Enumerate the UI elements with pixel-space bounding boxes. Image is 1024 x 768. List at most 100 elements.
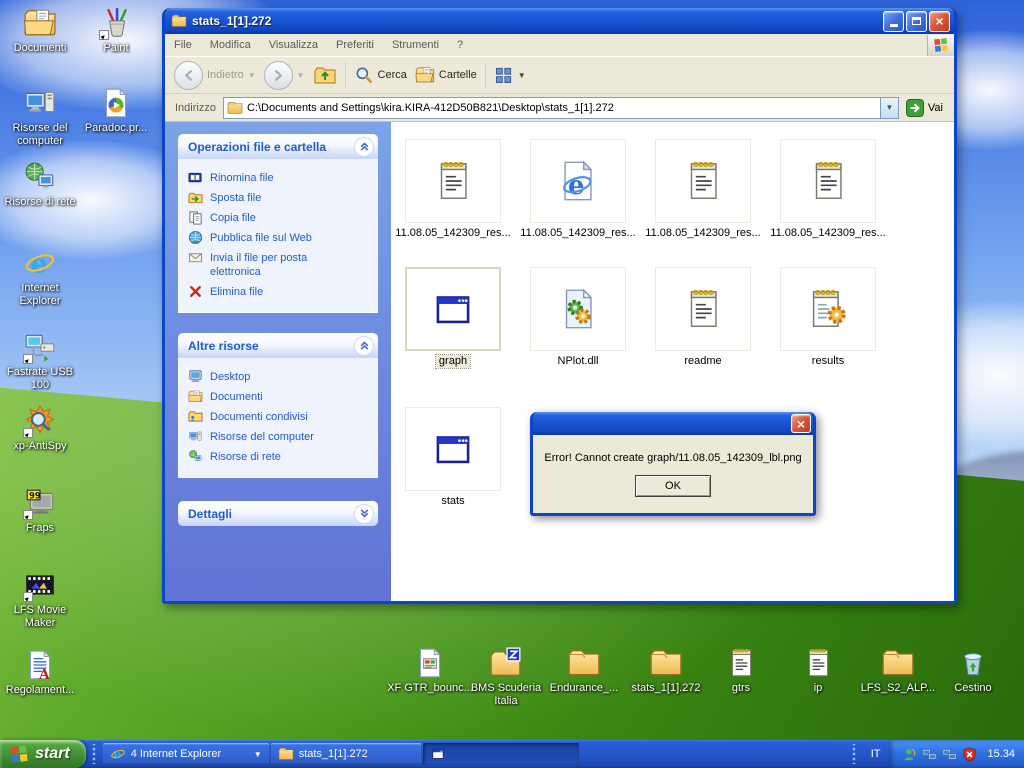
- place-documenti-condivisi[interactable]: Documenti condivisi: [188, 407, 373, 427]
- menu-modifica[interactable]: Modifica: [201, 35, 260, 56]
- messenger-icon[interactable]: [902, 747, 917, 762]
- desktop-icon-documenti[interactable]: Documenti: [0, 6, 80, 55]
- desktop-icon-paradoc[interactable]: Paradoc.pr...: [76, 86, 156, 135]
- back-button[interactable]: Indietro ▼: [170, 60, 260, 90]
- panel-file-tasks-header[interactable]: Operazioni file e cartella: [178, 134, 378, 159]
- views-dropdown-icon[interactable]: ▼: [518, 71, 526, 80]
- desktop-icon-fastrate-usb[interactable]: Fastrate USB 100: [0, 330, 80, 392]
- taskbar-button-internet-explorer-group[interactable]: 4 Internet Explorer ▼: [102, 743, 269, 765]
- desktop-icon-risorse-di-rete[interactable]: Risorse di rete: [0, 160, 80, 209]
- task-label: Rinomina file: [210, 172, 274, 184]
- menu-strumenti[interactable]: Strumenti: [383, 35, 448, 56]
- task-elimina-file[interactable]: Elimina file: [188, 282, 373, 302]
- lan-connection-icon[interactable]: [942, 747, 957, 762]
- desktop-icon-stats-folder[interactable]: stats_1[1].272: [623, 646, 709, 695]
- desktop-icon-paint[interactable]: Paint: [76, 6, 156, 55]
- folders-button[interactable]: Cartelle: [411, 65, 481, 85]
- desktop-icon-fraps[interactable]: Fraps: [0, 486, 80, 535]
- up-button[interactable]: [309, 63, 341, 87]
- toolbar-separator: [344, 62, 346, 88]
- place-risorse-computer[interactable]: Risorse del computer: [188, 427, 373, 447]
- dialog-title-bar[interactable]: ×: [533, 412, 813, 435]
- security-alert-shield-icon[interactable]: [962, 747, 977, 762]
- taskbar-button-stats-folder[interactable]: stats_1[1].272: [270, 743, 421, 765]
- file-res-2[interactable]: 11.08.05_142309_res...: [516, 139, 640, 240]
- address-path: C:\Documents and Settings\kira.KIRA-412D…: [246, 101, 614, 114]
- desktop-icon-ip[interactable]: ip: [775, 646, 861, 695]
- taskbar-grip[interactable]: [90, 744, 97, 764]
- file-tile: [530, 139, 626, 223]
- taskbar-grip[interactable]: [850, 744, 857, 764]
- desktop-icon-bms-scuderia[interactable]: BMS Scuderia Italia: [463, 646, 549, 708]
- views-button[interactable]: ▼: [490, 65, 530, 85]
- menu-visualizza[interactable]: Visualizza: [260, 35, 327, 56]
- file-nplot-dll[interactable]: NPlot.dll: [516, 267, 640, 368]
- address-input[interactable]: C:\Documents and Settings\kira.KIRA-412D…: [222, 96, 899, 119]
- application-icon: [430, 426, 476, 472]
- menu-preferiti[interactable]: Preferiti: [327, 35, 383, 56]
- title-bar[interactable]: stats_1[1].272 ×: [165, 8, 954, 34]
- desktop-icon-regolament[interactable]: Regolament...: [0, 648, 80, 697]
- file-res-3[interactable]: 11.08.05_142309_res...: [641, 139, 765, 240]
- back-dropdown-icon[interactable]: ▼: [248, 71, 256, 80]
- system-tray: 15.34: [889, 740, 1024, 768]
- close-button[interactable]: ×: [929, 10, 950, 32]
- task-invia-email[interactable]: Invia il file per posta elettronica: [188, 248, 373, 282]
- start-label: start: [35, 745, 70, 762]
- menu-bar: File Modifica Visualizza Preferiti Strum…: [165, 34, 954, 57]
- desktop-icon-xp-antispy[interactable]: xp-AntiSpy: [0, 404, 80, 453]
- address-dropdown-button[interactable]: ▼: [879, 97, 898, 118]
- desktop-icon-internet-explorer[interactable]: Internet Explorer: [0, 246, 80, 308]
- file-results[interactable]: results: [766, 267, 890, 368]
- panel-details-header[interactable]: Dettagli: [178, 501, 378, 526]
- desktop-icon-label: xp-AntiSpy: [13, 440, 67, 452]
- desktop-icon-xf-gtr[interactable]: XF GTR_bounc...: [387, 646, 473, 695]
- place-risorse-rete[interactable]: Risorse di rete: [188, 447, 373, 467]
- menu-file[interactable]: File: [165, 35, 201, 56]
- folder-icon: [881, 646, 915, 680]
- desktop-icon-cestino[interactable]: Cestino: [930, 646, 1016, 695]
- file-stats[interactable]: stats: [391, 407, 515, 508]
- place-desktop[interactable]: Desktop: [188, 367, 373, 387]
- zip-folder-icon: [489, 646, 523, 680]
- forward-button[interactable]: ▼: [260, 60, 309, 90]
- menu-help[interactable]: ?: [448, 35, 472, 56]
- taskbar: start 4 Internet Explorer ▼ stats_1[1].2…: [0, 740, 1024, 768]
- maximize-button[interactable]: [906, 10, 927, 32]
- network-places-icon: [23, 160, 57, 194]
- dialog-close-button[interactable]: ×: [791, 414, 811, 433]
- file-res-4[interactable]: 11.08.05_142309_res...: [766, 139, 890, 240]
- taskbar-clock[interactable]: 15.34: [982, 748, 1015, 760]
- go-button[interactable]: Vai: [899, 99, 951, 117]
- task-rinomina-file[interactable]: Rinomina file: [188, 168, 373, 188]
- panel-other-places-header[interactable]: Altre risorse: [178, 333, 378, 358]
- desktop-icon-label: Endurance_...: [549, 682, 619, 694]
- taskbar-button-error-dialog[interactable]: [422, 743, 579, 765]
- desktop-icon-lfs-movie-maker[interactable]: LFS Movie Maker: [0, 568, 80, 630]
- search-button[interactable]: Cerca: [350, 65, 411, 85]
- desktop-icon-endurance[interactable]: Endurance_...: [541, 646, 627, 695]
- desktop-icon-gtrs[interactable]: gtrs: [698, 646, 784, 695]
- collapse-button[interactable]: [355, 336, 373, 355]
- collapse-button[interactable]: [355, 137, 373, 156]
- desktop-icon-risorse-del-computer[interactable]: Risorse del computer: [0, 86, 80, 148]
- desktop-icon-lfs-s2-alp[interactable]: LFS_S2_ALP...: [855, 646, 941, 695]
- file-readme[interactable]: readme: [641, 267, 765, 368]
- place-documenti[interactable]: Documenti: [188, 387, 373, 407]
- forward-dropdown-icon[interactable]: ▼: [297, 71, 305, 80]
- task-sposta-file[interactable]: Sposta file: [188, 188, 373, 208]
- minimize-button[interactable]: [883, 10, 904, 32]
- group-dropdown-icon[interactable]: ▼: [254, 750, 262, 759]
- task-copia-file[interactable]: Copia file: [188, 208, 373, 228]
- task-pubblica-web[interactable]: Pubblica file sul Web: [188, 228, 373, 248]
- file-graph[interactable]: graph: [391, 267, 515, 369]
- file-res-1[interactable]: 11.08.05_142309_res...: [391, 139, 515, 240]
- internet-explorer-icon: [110, 746, 126, 762]
- network-status-icon[interactable]: [922, 747, 937, 762]
- documents-folder-icon: [188, 389, 203, 404]
- start-button[interactable]: start: [0, 740, 86, 768]
- expand-button[interactable]: [355, 504, 373, 523]
- language-indicator[interactable]: IT: [862, 748, 890, 760]
- ok-button[interactable]: OK: [635, 474, 711, 497]
- task-label: Invia il file per posta elettronica: [210, 252, 308, 278]
